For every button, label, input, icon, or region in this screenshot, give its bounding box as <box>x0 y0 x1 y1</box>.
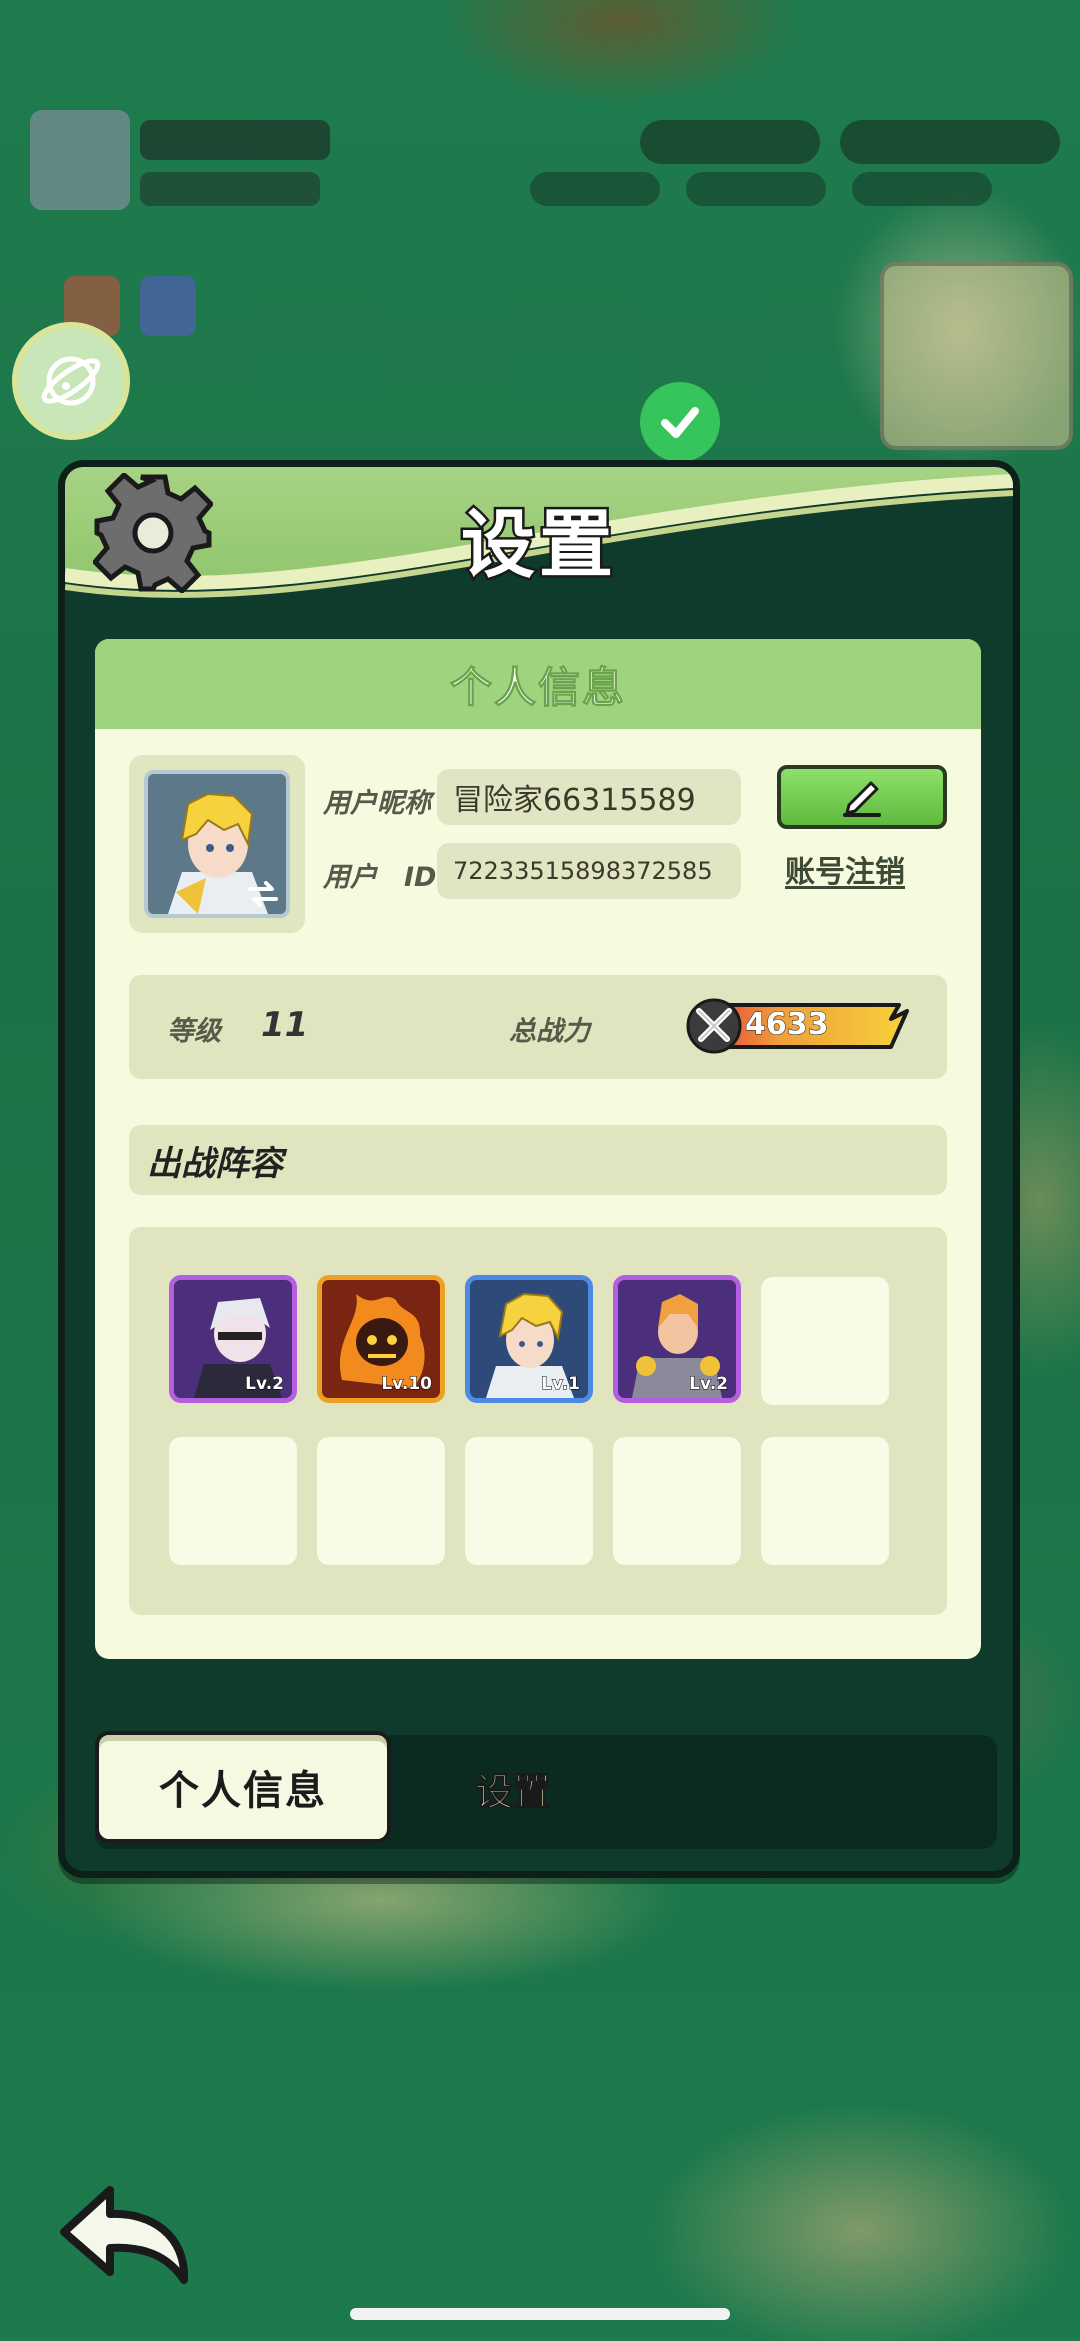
level-value: 11 <box>261 1005 309 1045</box>
user-id-field: 72233515898372585 <box>437 843 741 899</box>
crossed-swords-icon <box>686 998 742 1054</box>
hero-level: Lv.10 <box>381 1374 433 1395</box>
minimap <box>880 262 1073 450</box>
player-hud-exp <box>140 172 320 206</box>
hero-level: Lv.2 <box>245 1374 285 1395</box>
empty-slot[interactable] <box>317 1437 445 1565</box>
avatar-button[interactable] <box>129 755 305 933</box>
settings-dialog: 设置 个人信息 用户昵称 冒险家66315589 用户 ID 722335158… <box>58 460 1020 1878</box>
empty-slot[interactable] <box>761 1437 889 1565</box>
power-label: 总战力 <box>509 1016 590 1047</box>
level-label: 等级 <box>167 1016 221 1047</box>
event-icon <box>140 276 196 336</box>
empty-slot[interactable] <box>465 1437 593 1565</box>
back-arrow-icon <box>60 2186 189 2284</box>
player-hud-avatar <box>30 110 130 210</box>
empty-slot[interactable] <box>613 1437 741 1565</box>
dialog-title: 设置 <box>459 500 617 591</box>
resource-hud <box>686 172 826 206</box>
tab-profile[interactable]: 个人信息 <box>95 1731 391 1843</box>
power-value: 4633 <box>745 1007 829 1043</box>
account-deletion-link[interactable]: 账号注销 <box>785 847 905 891</box>
tab-settings[interactable]: 设置 <box>474 1761 551 1816</box>
home-indicator[interactable] <box>350 2308 730 2320</box>
dialog-header: 设置 <box>65 467 1013 607</box>
power-badge: 4633 <box>685 997 915 1055</box>
pencil-icon <box>843 781 881 817</box>
hero-slot-2[interactable]: Lv.10 <box>317 1275 445 1403</box>
lineup-title: 出战阵容 <box>147 1143 283 1184</box>
lineup-header: 出战阵容 <box>129 1125 947 1195</box>
profile-card-header: 个人信息 <box>95 639 981 729</box>
stats-bar: 等级 11 总战力 4633 <box>129 975 947 1079</box>
resource-hud <box>852 172 992 206</box>
avatar <box>144 770 290 918</box>
profile-card: 个人信息 用户昵称 冒险家66315589 用户 ID 722335158983… <box>95 639 981 1659</box>
resource-hud <box>530 172 660 206</box>
profile-card-title: 个人信息 <box>449 662 626 712</box>
hero-level: Lv.2 <box>689 1374 729 1395</box>
edit-nickname-button[interactable] <box>777 765 947 829</box>
nickname-field: 冒险家66315589 <box>437 769 741 825</box>
tab-bar: 个人信息 设置 <box>95 1731 997 1849</box>
planet-icon <box>41 356 101 406</box>
empty-slot[interactable] <box>761 1277 889 1405</box>
hero-level: Lv.1 <box>541 1374 581 1395</box>
hero-slot-4[interactable]: Lv.2 <box>613 1275 741 1403</box>
resource-hud <box>640 120 820 164</box>
nickname-label: 用户昵称 <box>323 788 431 819</box>
swap-icon <box>248 881 278 907</box>
empty-slot[interactable] <box>169 1437 297 1565</box>
check-icon <box>640 382 720 462</box>
tab-profile-label: 个人信息 <box>159 1768 327 1814</box>
back-button[interactable] <box>56 2180 196 2290</box>
planet-button[interactable] <box>12 322 130 440</box>
lineup-grid: Lv.2 Lv.10 Lv.1 Lv.2 <box>129 1227 947 1615</box>
hero-slot-1[interactable]: Lv.2 <box>169 1275 297 1403</box>
resource-hud <box>840 120 1060 164</box>
user-id-label: 用户 ID <box>323 862 437 893</box>
hero-slot-3[interactable]: Lv.1 <box>465 1275 593 1403</box>
player-hud-bar <box>140 120 330 160</box>
